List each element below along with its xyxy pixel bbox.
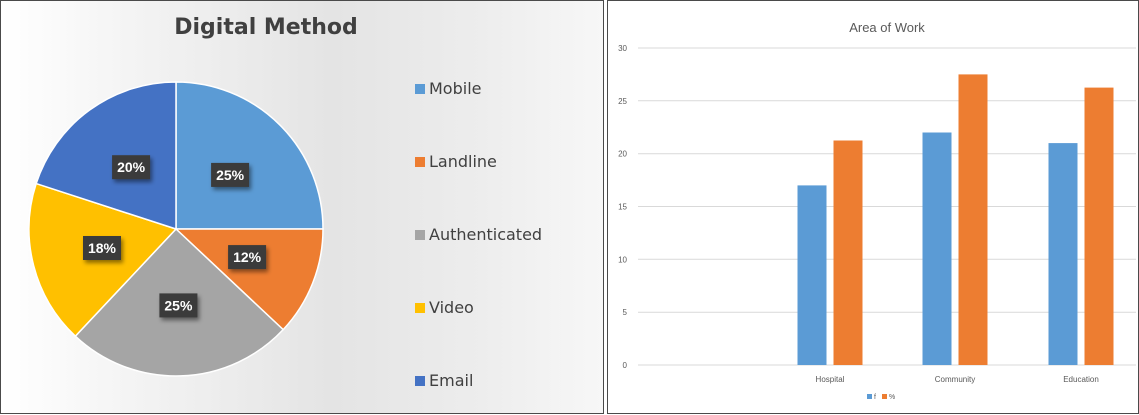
y-tick-label: 20	[618, 150, 627, 159]
legend-label: Mobile	[429, 79, 482, 98]
pie-slice-mobile	[175, 81, 324, 230]
legend-swatch	[415, 302, 425, 313]
bar-education-pct	[1084, 87, 1114, 365]
bar-community-pct	[958, 74, 988, 366]
legend-label: Landline	[429, 152, 497, 171]
bar-chart: Area of Work 0 5 10 15 20 25 30 Hospital Communit…	[618, 20, 1136, 401]
bar-hospital-f	[797, 185, 827, 365]
bar-hospital-pct	[833, 140, 863, 365]
y-tick-label: 5	[623, 308, 628, 317]
legend-label: f	[874, 394, 876, 401]
legend-item-landline: Landline	[415, 152, 497, 171]
pie-chart: 25% 12% 25% 18% 20%	[28, 81, 324, 377]
legend-swatch	[415, 83, 425, 94]
legend-swatch	[415, 229, 425, 240]
y-tick-label: 30	[618, 44, 627, 53]
y-tick-label: 10	[618, 255, 627, 264]
x-tick-label: Hospital	[816, 375, 845, 384]
pie-data-label-text: 12%	[233, 249, 262, 265]
y-tick-label: 15	[618, 203, 627, 212]
pie-chart-panel: Digital Method 25% 12% 25% 18% 20% Mobile Lan…	[0, 0, 604, 414]
legend-item-email: Email	[415, 371, 473, 390]
pie-data-label: 25%	[211, 162, 250, 187]
legend-label: Video	[429, 298, 474, 317]
legend-swatch	[867, 394, 872, 399]
x-tick-label: Community	[935, 375, 975, 384]
legend-swatch	[415, 156, 425, 167]
x-tick-label: Education	[1063, 375, 1099, 384]
legend-swatch	[882, 394, 887, 399]
legend-label: %	[889, 394, 895, 401]
legend-item-authenticated: Authenticated	[415, 225, 542, 244]
y-tick-label: 25	[618, 97, 627, 106]
pie-data-label: 25%	[159, 293, 198, 318]
legend-label: Authenticated	[429, 225, 543, 244]
pie-data-label: 12%	[228, 245, 267, 270]
pie-data-label-text: 20%	[117, 159, 146, 175]
y-tick-label: 0	[623, 361, 628, 370]
pie-data-label-text: 25%	[164, 297, 193, 313]
bar-chart-panel: Area of Work 0 5 10 15 20 25 30 Hospital Communit…	[607, 0, 1139, 414]
legend-swatch	[415, 375, 425, 386]
legend-label: Email	[429, 371, 474, 390]
pie-data-label-text: 25%	[216, 167, 245, 183]
bar-chart-title: Area of Work	[849, 20, 925, 35]
legend-item-video: Video	[415, 298, 474, 317]
bar-community-f	[922, 132, 952, 365]
pie-data-label: 20%	[112, 155, 151, 180]
pie-data-label-text: 18%	[88, 240, 117, 256]
legend-item-mobile: Mobile	[415, 79, 481, 98]
bar-education-f	[1048, 143, 1078, 365]
bar-legend: f%	[867, 394, 895, 401]
pie-data-label: 18%	[83, 236, 121, 260]
